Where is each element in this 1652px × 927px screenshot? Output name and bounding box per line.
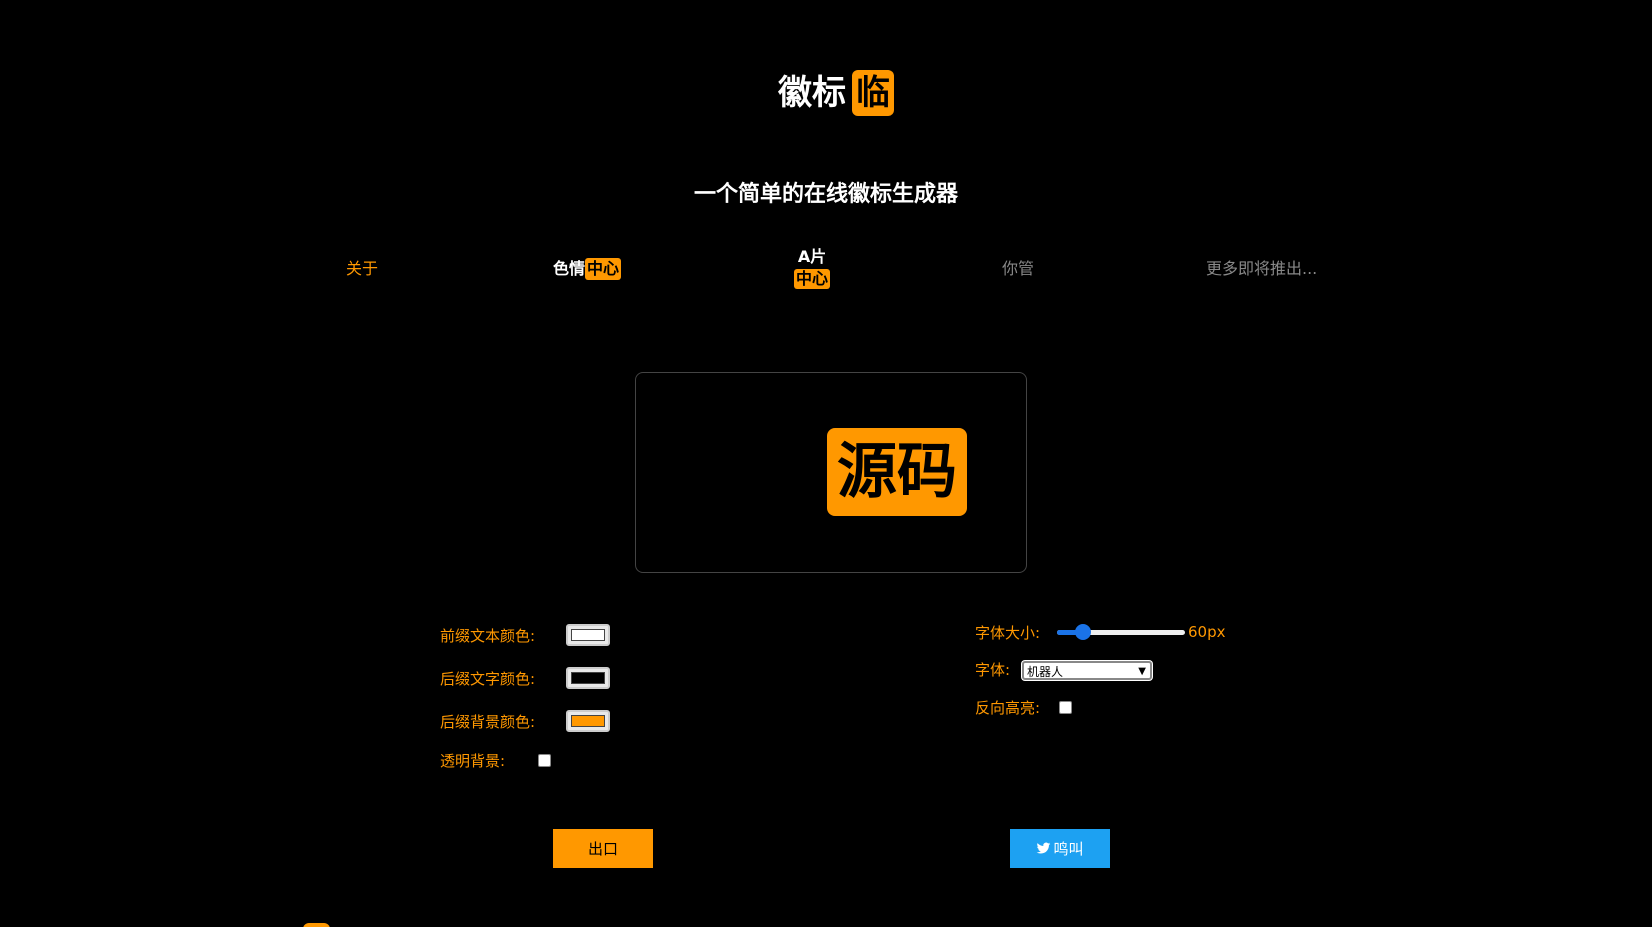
chevron-down-icon: ▼ xyxy=(1138,666,1146,677)
nav-coming-soon: 更多即将推出... xyxy=(1206,259,1318,278)
tweet-button[interactable]: 鸣叫 xyxy=(1010,829,1110,868)
site-logo[interactable]: 徽标 临 xyxy=(778,70,894,116)
nav-av-hub-link[interactable]: A片 中心 xyxy=(794,247,831,289)
prefix-text-color-picker[interactable] xyxy=(566,624,610,646)
export-button[interactable]: 出口 xyxy=(553,829,653,868)
suffix-text-color-label: 后缀文字颜色: xyxy=(440,670,536,688)
export-button-label: 出口 xyxy=(587,840,618,858)
nav-ni-guan-link[interactable]: 你管 xyxy=(1002,258,1034,280)
preview-suffix-badge: 源码 xyxy=(827,428,967,516)
font-select[interactable]: 机器人 ▼ xyxy=(1022,661,1152,680)
font-size-label: 字体大小: xyxy=(975,624,1041,642)
nav-porn-hub-suffix: 中心 xyxy=(585,258,622,280)
nav-about-link[interactable]: 关于 xyxy=(346,258,378,280)
nav-av-hub-prefix: A片 xyxy=(797,247,827,266)
suffix-text-color-picker[interactable] xyxy=(566,667,610,689)
suffix-text-color-swatch xyxy=(571,672,605,684)
bottom-cropped-element xyxy=(303,923,330,927)
logo-suffix: 临 xyxy=(852,70,894,116)
font-size-slider-thumb[interactable] xyxy=(1074,624,1091,640)
reverse-highlight-label: 反向高亮: xyxy=(975,699,1041,717)
prefix-text-color-swatch xyxy=(571,629,605,641)
logo-preview-canvas: 源码 xyxy=(635,372,1027,573)
page: 徽标 临 一个简单的在线徽标生成器 关于 色情 中心 A片 中心 你管 更多即将… xyxy=(0,0,1652,927)
nav-av-hub-suffix: 中心 xyxy=(794,269,831,289)
twitter-bird-icon xyxy=(1037,842,1051,854)
prefix-text-color-label: 前缀文本颜色: xyxy=(440,627,536,645)
font-size-slider[interactable] xyxy=(1057,624,1185,640)
font-select-value: 机器人 xyxy=(1027,665,1064,679)
suffix-bg-color-swatch xyxy=(571,715,605,727)
tweet-button-label: 鸣叫 xyxy=(1053,840,1084,858)
suffix-bg-color-picker[interactable] xyxy=(566,710,610,732)
page-subtitle: 一个简单的在线徽标生成器 xyxy=(693,182,958,207)
nav-porn-hub-link[interactable]: 色情 中心 xyxy=(553,258,622,280)
transparent-bg-checkbox[interactable] xyxy=(538,754,551,767)
font-size-value: 60px xyxy=(1188,623,1226,641)
suffix-bg-color-label: 后缀背景颜色: xyxy=(440,713,536,731)
nav-porn-hub-prefix: 色情 xyxy=(553,259,586,278)
font-label: 字体: xyxy=(975,661,1011,679)
transparent-bg-label: 透明背景: xyxy=(440,752,506,770)
logo-prefix: 徽标 xyxy=(778,73,846,113)
reverse-highlight-checkbox[interactable] xyxy=(1059,701,1072,714)
